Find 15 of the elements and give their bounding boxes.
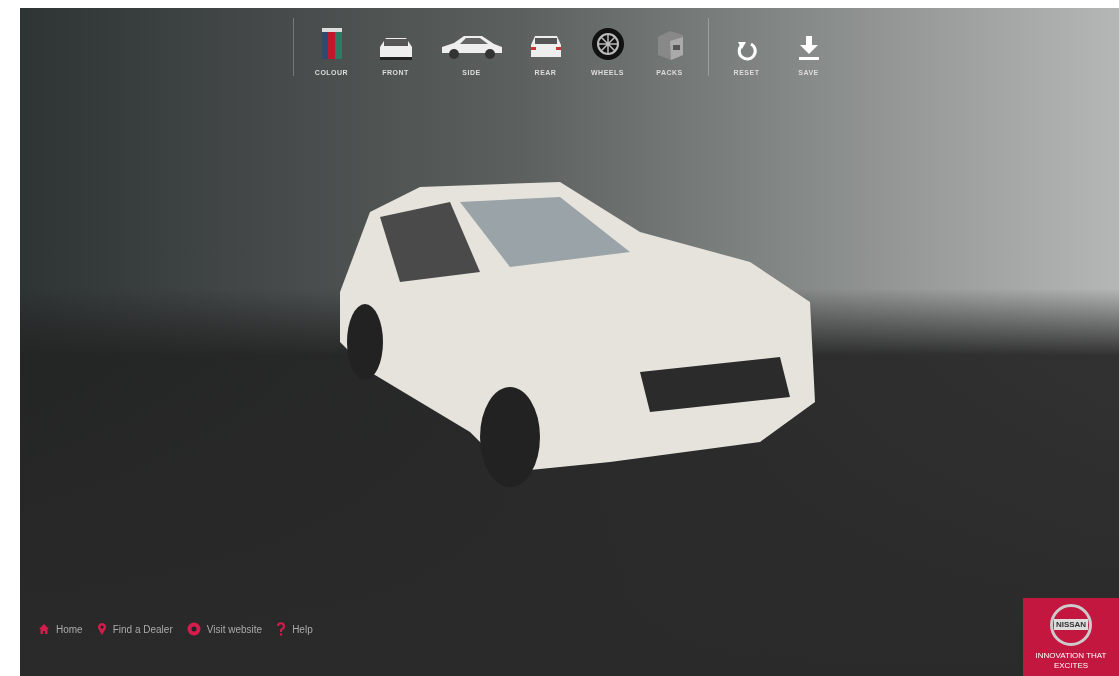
footer-link[interactable]: Help <box>276 622 313 636</box>
logo-tagline: INNOVATION THAT EXCITES <box>1034 650 1108 671</box>
brand-logo[interactable]: NISSAN INNOVATION THAT EXCITES <box>1023 598 1119 676</box>
reset-icon <box>735 39 758 61</box>
paint-swatch-icon <box>320 27 343 61</box>
circle-icon <box>186 622 201 636</box>
footer-link[interactable]: Visit website <box>186 622 263 636</box>
home-icon <box>38 623 50 635</box>
car-side-icon <box>439 33 504 61</box>
footer-link[interactable]: Find a Dealer <box>96 622 173 636</box>
wheel-icon <box>590 27 625 61</box>
help-icon <box>276 622 287 636</box>
logo-wordmark: NISSAN <box>1053 619 1089 631</box>
footer-link[interactable]: Home <box>38 622 83 636</box>
map-pin-icon <box>96 622 107 636</box>
